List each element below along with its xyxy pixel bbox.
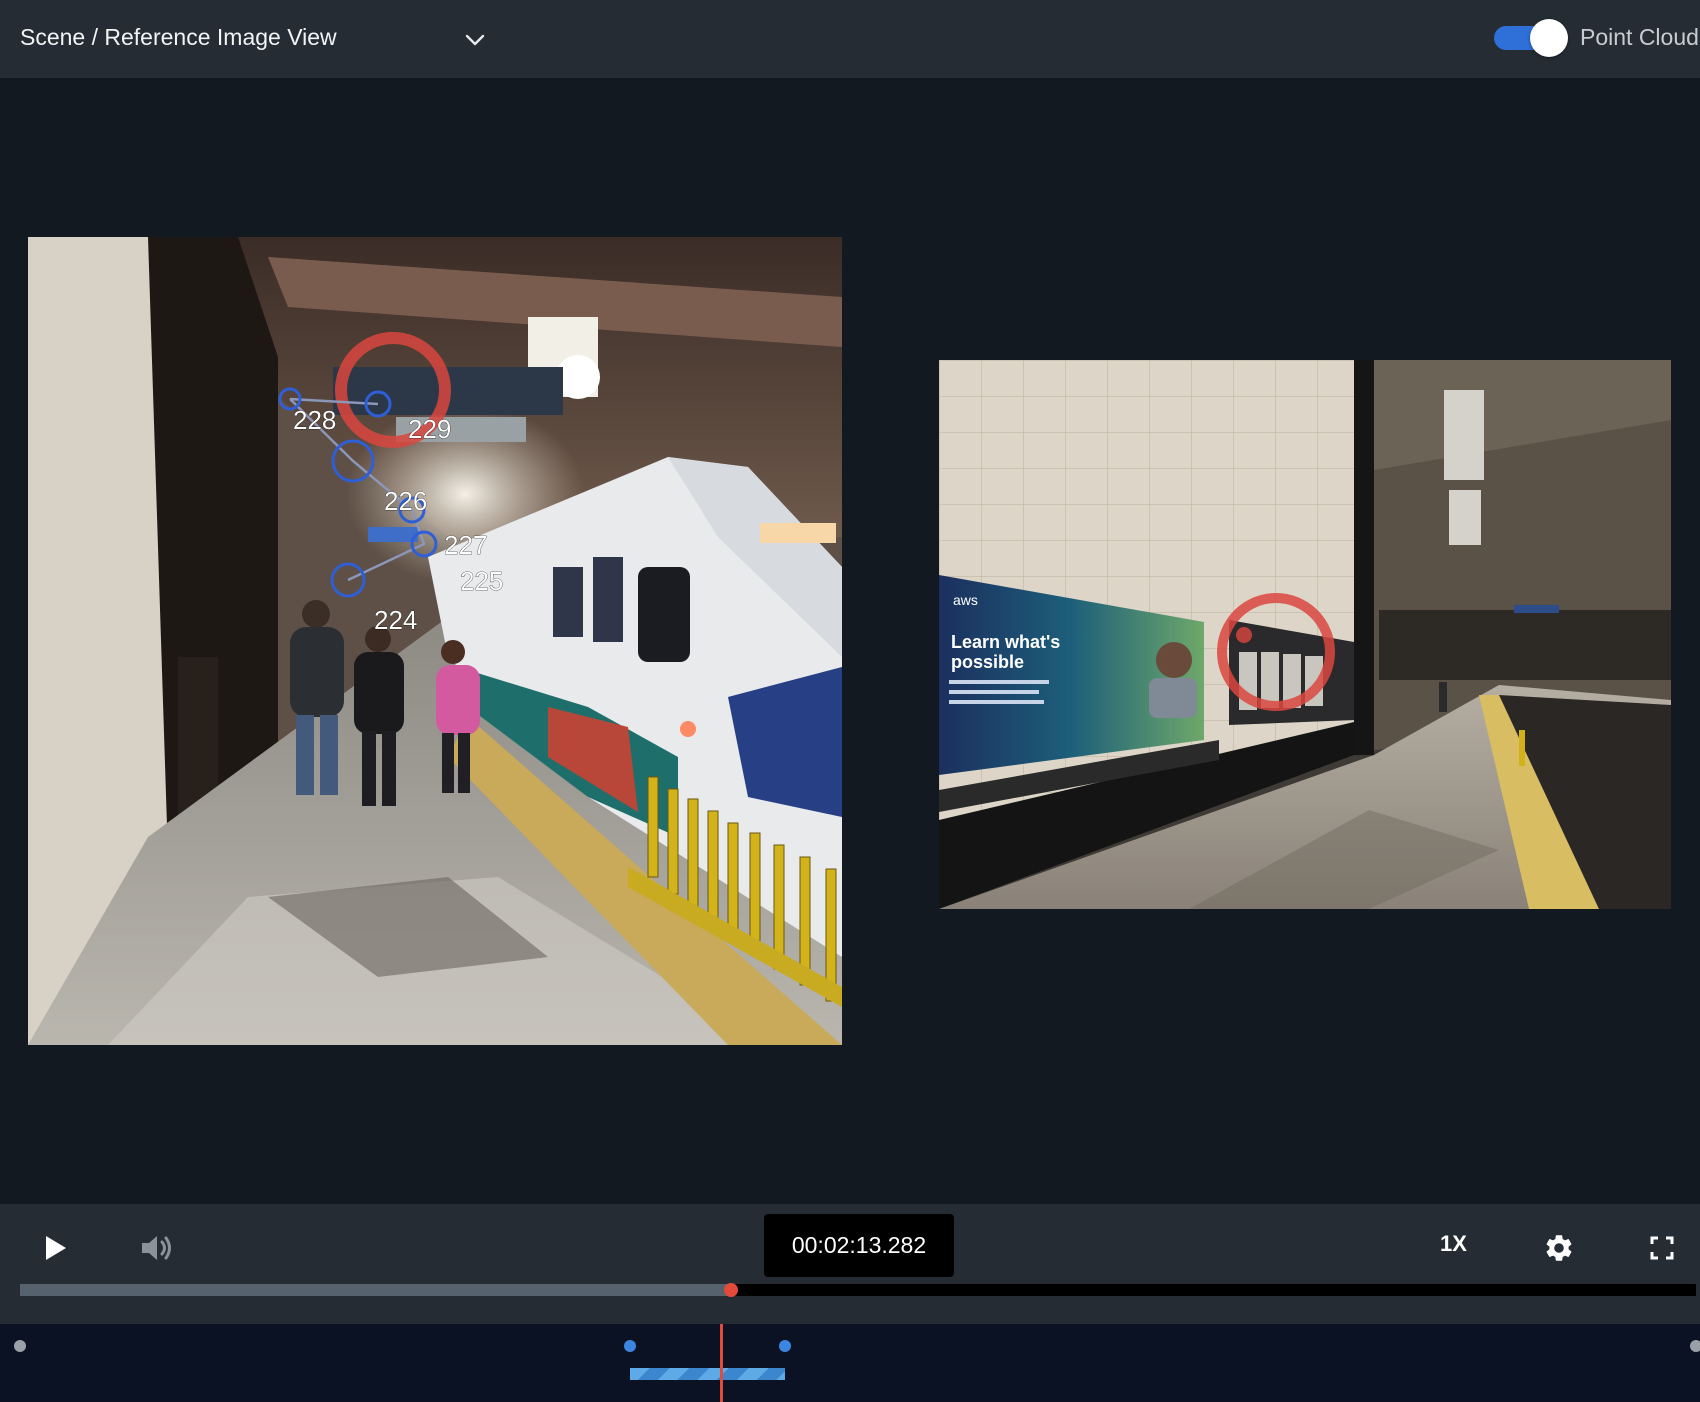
play-icon[interactable] <box>44 1234 68 1262</box>
top-bar: Scene / Reference Image View Point Cloud <box>0 0 1700 78</box>
keypoint-label: 229 <box>408 414 451 444</box>
playback-speed-button[interactable]: 1X <box>1440 1231 1467 1257</box>
keypoint-label: 228 <box>293 405 336 435</box>
poster-headline: possible <box>951 652 1024 672</box>
poster-headline: Learn what's <box>951 632 1060 652</box>
point-cloud-label: Point Cloud <box>1580 24 1699 50</box>
toggle-knob <box>1530 19 1568 57</box>
keyframe-marker[interactable] <box>623 1340 636 1352</box>
keypoint-label: 226 <box>384 486 427 516</box>
view-selector-dropdown[interactable]: Scene / Reference Image View <box>0 0 500 78</box>
point-cloud-toggle[interactable] <box>1492 19 1568 57</box>
scene-photo: 228 229 226 227 225 224 <box>28 237 842 1045</box>
timeline-segment[interactable] <box>629 1368 785 1380</box>
view-selector-label: Scene / Reference Image View <box>20 24 337 50</box>
player-controls: 00:02:13.282 1X <box>0 1204 1700 1324</box>
volume-icon[interactable] <box>140 1232 174 1264</box>
keypoint-label: 224 <box>374 605 417 635</box>
gear-icon[interactable] <box>1543 1232 1575 1264</box>
progress-fill <box>20 1284 732 1296</box>
scene-image[interactable]: 228 229 226 227 225 224 <box>28 237 842 1045</box>
reference-image[interactable]: aws Learn what's possible <box>939 360 1671 909</box>
progress-bar[interactable] <box>20 1283 1696 1297</box>
timeline-playhead[interactable] <box>720 1324 724 1402</box>
keypoint-label: 227 <box>444 530 487 560</box>
timeline-end-dot <box>1690 1340 1700 1352</box>
reference-photo: aws Learn what's possible <box>939 360 1671 909</box>
timeline-start-dot <box>14 1340 26 1352</box>
chevron-down-icon <box>465 34 485 46</box>
progress-scrubber[interactable] <box>724 1283 739 1297</box>
timecode-display: 00:02:13.282 <box>764 1214 954 1277</box>
timeline-track[interactable] <box>0 1324 1700 1402</box>
keyframe-marker[interactable] <box>778 1340 791 1352</box>
poster-brand: aws <box>953 592 978 608</box>
fullscreen-icon[interactable] <box>1650 1236 1674 1260</box>
keypoint-label: 225 <box>460 566 503 596</box>
